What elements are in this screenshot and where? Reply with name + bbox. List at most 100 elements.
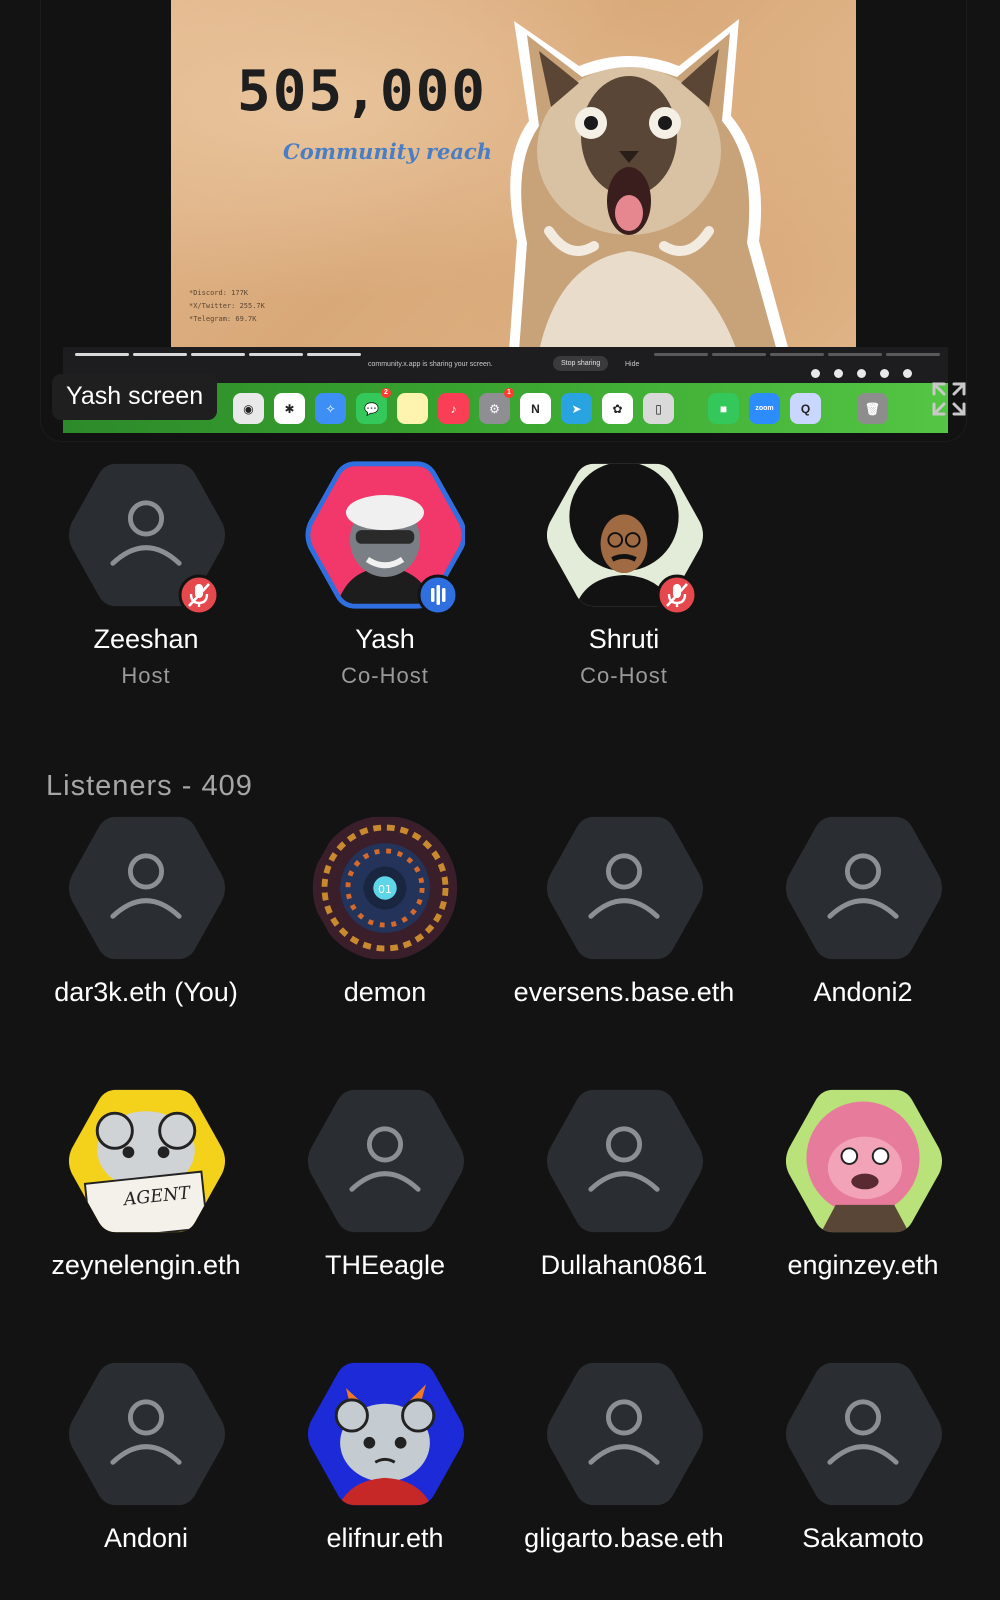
slide-note: *X/Twitter: 255.7K bbox=[189, 302, 265, 310]
muted-mic-icon bbox=[178, 574, 220, 616]
listener-card[interactable]: Andoni2 bbox=[743, 813, 983, 1008]
messages-icon[interactable]: 💬 2 bbox=[356, 388, 391, 424]
chatgpt-icon[interactable]: ✿ bbox=[602, 393, 633, 424]
speaker-card[interactable]: Yash Co-Host bbox=[265, 460, 505, 689]
default-avatar-icon bbox=[68, 816, 226, 960]
sharing-message: community.x.app is sharing your screen. bbox=[368, 361, 493, 368]
slide-notes: *Discord: 177K *X/Twitter: 255.7K *Teleg… bbox=[189, 287, 265, 326]
default-avatar-icon bbox=[68, 1362, 226, 1506]
hide-button[interactable]: Hide bbox=[625, 361, 639, 368]
listeners-heading: Listeners - 409 bbox=[46, 770, 253, 802]
facetime-icon[interactable]: ■ bbox=[708, 393, 739, 424]
default-avatar-icon bbox=[785, 816, 943, 960]
listener-card[interactable]: AGENT zeynelengin.eth bbox=[26, 1086, 266, 1281]
avatar[interactable] bbox=[544, 1086, 704, 1236]
muted-mic-icon bbox=[656, 574, 698, 616]
safari-icon[interactable]: ✧ bbox=[315, 393, 346, 424]
speaking-indicator-icon bbox=[417, 574, 459, 616]
notion-icon[interactable]: N bbox=[520, 393, 551, 424]
notes-icon[interactable] bbox=[397, 393, 428, 424]
slide-stat-number: 505,000 bbox=[237, 59, 488, 124]
avatar[interactable] bbox=[305, 1359, 465, 1509]
punk-cat-nft-avatar bbox=[307, 1362, 465, 1506]
music-icon[interactable]: ♪ bbox=[438, 393, 469, 424]
status-icon bbox=[903, 369, 912, 378]
status-icon bbox=[834, 369, 843, 378]
participant-name: elifnur.eth bbox=[326, 1523, 444, 1553]
speaker-card[interactable]: Zeeshan Host bbox=[26, 460, 266, 689]
speaker-card[interactable]: Shruti Co-Host bbox=[504, 460, 744, 689]
settings-icon[interactable]: ⚙ 1 bbox=[479, 388, 514, 424]
default-avatar-icon bbox=[785, 1362, 943, 1506]
avatar[interactable]: AGENT bbox=[66, 1086, 226, 1236]
participant-role: Co-Host bbox=[580, 663, 668, 688]
surprised-cat-image bbox=[509, 19, 789, 351]
participant-name: demon bbox=[343, 977, 427, 1007]
listener-card[interactable]: Sakamoto bbox=[743, 1359, 983, 1554]
status-icon bbox=[811, 369, 820, 378]
trash-icon[interactable]: 🗑 bbox=[857, 393, 888, 424]
listener-card[interactable]: THEeagle bbox=[265, 1086, 505, 1281]
participant-name: THEeagle bbox=[324, 1250, 446, 1280]
zoom-icon[interactable]: zoom bbox=[749, 393, 780, 424]
participant-name: Sakamoto bbox=[802, 1523, 924, 1553]
screen-owner-label: Yash screen bbox=[52, 374, 218, 420]
participant-name: Dullahan0861 bbox=[540, 1250, 708, 1280]
quicktime-icon[interactable]: Q bbox=[790, 393, 821, 424]
status-icon bbox=[880, 369, 889, 378]
default-avatar-icon bbox=[307, 1089, 465, 1233]
svg-text:01: 01 bbox=[378, 883, 392, 896]
expand-fullscreen-icon[interactable] bbox=[930, 380, 968, 418]
avatar[interactable]: 01 bbox=[305, 813, 465, 963]
avatar[interactable] bbox=[544, 813, 704, 963]
status-icon bbox=[857, 369, 866, 378]
pink-lion-nft-avatar bbox=[785, 1089, 943, 1233]
avatar[interactable] bbox=[544, 460, 704, 616]
participant-name: Yash bbox=[355, 624, 415, 654]
avatar[interactable] bbox=[66, 1359, 226, 1509]
stop-sharing-button[interactable]: Stop sharing bbox=[553, 356, 609, 371]
avatar[interactable] bbox=[783, 813, 943, 963]
listener-card[interactable]: dar3k.eth (You) bbox=[26, 813, 266, 1008]
presentation-slide: 505,000 Community reach *Discord: 177K *… bbox=[171, 0, 856, 353]
listener-card[interactable]: elifnur.eth bbox=[265, 1359, 505, 1554]
listener-card[interactable]: enginzey.eth bbox=[743, 1086, 983, 1281]
avatar[interactable] bbox=[305, 460, 465, 616]
participant-name: dar3k.eth (You) bbox=[54, 977, 238, 1007]
participant-name: eversens.base.eth bbox=[513, 977, 735, 1007]
participant-role: Host bbox=[121, 663, 171, 688]
notification-badge: 1 bbox=[504, 388, 514, 398]
mandala-nft-avatar: 01 bbox=[307, 816, 465, 960]
avatar[interactable] bbox=[544, 1359, 704, 1509]
participant-role: Co-Host bbox=[341, 663, 429, 688]
participant-name: Andoni2 bbox=[813, 977, 913, 1007]
listener-card[interactable]: 01 demon bbox=[265, 813, 505, 1008]
avatar[interactable] bbox=[783, 1359, 943, 1509]
avatar[interactable] bbox=[66, 460, 226, 616]
participant-name: Shruti bbox=[588, 624, 660, 654]
default-avatar-icon bbox=[546, 1362, 704, 1506]
slack-icon[interactable]: ✱ bbox=[274, 393, 305, 424]
avatar[interactable] bbox=[305, 1086, 465, 1236]
listener-card[interactable]: Dullahan0861 bbox=[504, 1086, 744, 1281]
slide-note: *Discord: 177K bbox=[189, 289, 249, 297]
listener-card[interactable]: Andoni bbox=[26, 1359, 266, 1554]
default-avatar-icon bbox=[546, 816, 704, 960]
slide-progress-remaining bbox=[654, 353, 940, 356]
chrome-icon[interactable]: ◉ bbox=[233, 393, 264, 424]
default-avatar-icon bbox=[546, 1089, 704, 1233]
avatar[interactable] bbox=[66, 813, 226, 963]
listener-card[interactable]: gligarto.base.eth bbox=[504, 1359, 744, 1554]
telegram-icon[interactable]: ➤ bbox=[561, 393, 592, 424]
listener-card[interactable]: eversens.base.eth bbox=[504, 813, 744, 1008]
iphone-mirroring-icon[interactable]: ▯ bbox=[643, 393, 674, 424]
slide-caption: Community reach bbox=[283, 139, 492, 164]
avatar[interactable] bbox=[783, 1086, 943, 1236]
menu-bar-icons bbox=[811, 369, 912, 378]
slide-note: *Telegram: 69.7K bbox=[189, 315, 257, 323]
notification-badge: 2 bbox=[381, 388, 391, 398]
participant-name: enginzey.eth bbox=[787, 1250, 939, 1280]
agent-cat-nft-avatar: AGENT bbox=[68, 1089, 226, 1233]
slide-progress bbox=[75, 353, 361, 356]
participant-name: zeynelengin.eth bbox=[51, 1250, 241, 1280]
